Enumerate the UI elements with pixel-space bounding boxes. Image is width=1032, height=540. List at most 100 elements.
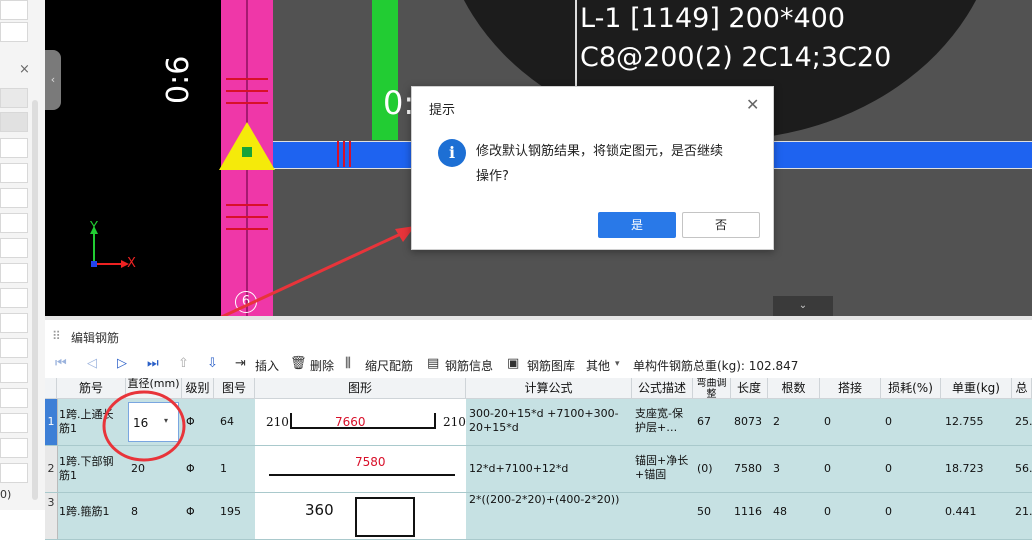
prev-icon[interactable]: ◁ (87, 356, 97, 371)
left-panel-row[interactable] (0, 313, 28, 333)
left-panel-row[interactable] (0, 188, 28, 208)
chevron-down-icon[interactable]: ⌄ (773, 296, 833, 316)
move-up-icon[interactable]: ⇧ (178, 356, 189, 371)
row-number[interactable]: 1 (45, 399, 58, 445)
scale-icon[interactable]: ⫼ (345, 356, 351, 371)
lap[interactable]: 0 (824, 415, 831, 429)
loss[interactable]: 0 (885, 415, 892, 429)
info-panel-icon[interactable]: ▤ (427, 356, 439, 371)
last-page-icon[interactable]: ⏭ (147, 356, 159, 371)
unit-weight[interactable]: 18.723 (945, 462, 984, 476)
scrollbar[interactable] (32, 100, 38, 500)
total-weight-cell[interactable]: 21. (1015, 505, 1032, 519)
table-row[interactable]: 1 1跨.上通长筋1 16 ▾ Φ 64 210 7660 210 300-20… (45, 399, 1032, 446)
left-panel-row[interactable] (0, 463, 28, 483)
column-header[interactable]: 图形 (255, 378, 466, 399)
chevron-left-icon[interactable]: ‹ (45, 50, 61, 110)
close-icon[interactable]: × (19, 62, 30, 77)
total-weight-cell[interactable]: 56. (1015, 462, 1032, 476)
rebar-info-button[interactable]: 钢筋信息 (445, 357, 493, 374)
bend-adjust[interactable]: (0) (697, 462, 713, 476)
drag-handle-icon[interactable]: ⠿ (52, 329, 61, 343)
next-icon[interactable]: ▷ (117, 356, 127, 371)
left-panel-row[interactable] (0, 22, 28, 42)
length[interactable]: 8073 (734, 415, 762, 429)
left-panel-row[interactable] (0, 413, 28, 433)
left-panel-row[interactable] (0, 363, 28, 383)
left-panel-row[interactable] (0, 338, 28, 358)
column-header[interactable]: 长度 (731, 378, 768, 399)
unit-weight[interactable]: 12.755 (945, 415, 984, 429)
shape-cell[interactable]: 360 (255, 493, 466, 539)
close-icon[interactable]: ✕ (746, 95, 759, 114)
length[interactable]: 7580 (734, 462, 762, 476)
figure-number[interactable]: 64 (220, 415, 234, 429)
formula-description[interactable]: 支座宽-保护层+… (635, 407, 693, 435)
formula[interactable]: 12*d+7100+12*d (469, 462, 631, 476)
left-panel-row[interactable] (0, 388, 28, 408)
column-header[interactable]: 弯曲调整 (693, 378, 731, 399)
no-button[interactable]: 否 (682, 212, 760, 238)
loss[interactable]: 0 (885, 505, 892, 519)
axis-x-label: X (127, 256, 136, 271)
loss[interactable]: 0 (885, 462, 892, 476)
lap[interactable]: 0 (824, 505, 831, 519)
left-panel-row[interactable] (0, 163, 28, 183)
formula[interactable]: 2*((200-2*20)+(400-2*20)) (469, 493, 631, 507)
formula-description[interactable]: 锚固+净长+锚固 (635, 454, 693, 482)
library-icon[interactable]: ▣ (507, 356, 519, 371)
left-panel-row[interactable] (0, 88, 28, 108)
column-header[interactable]: 总 (1012, 378, 1032, 399)
length[interactable]: 1116 (734, 505, 762, 519)
figure-number[interactable]: 195 (220, 505, 241, 519)
table-row[interactable]: 2 1跨.下部钢筋1 20 Φ 1 7580 12*d+7100+12*d 锚固… (45, 446, 1032, 493)
column-header[interactable]: 单重(kg) (941, 378, 1012, 399)
shape-cell[interactable]: 7580 (255, 446, 466, 492)
scale-rebar-button[interactable]: 缩尺配筋 (365, 357, 413, 374)
row-number[interactable]: 3 (45, 493, 58, 539)
yes-button[interactable]: 是 (598, 212, 676, 238)
count[interactable]: 48 (773, 505, 787, 519)
rebar-library-button[interactable]: 钢筋图库 (527, 357, 575, 374)
column-header[interactable]: 计算公式 (466, 378, 632, 399)
left-panel-row[interactable] (0, 213, 28, 233)
grade[interactable]: Φ (186, 505, 195, 519)
figure-number[interactable]: 1 (220, 462, 227, 476)
insert-icon[interactable]: ⇥ (235, 356, 246, 371)
table-row[interactable]: 3 1跨.箍筋1 8 Φ 195 360 2*((200-2*20)+(400-… (45, 493, 1032, 540)
lap[interactable]: 0 (824, 462, 831, 476)
count[interactable]: 3 (773, 462, 780, 476)
move-down-icon[interactable]: ⇩ (207, 356, 218, 371)
first-page-icon[interactable]: ⏮ (55, 356, 67, 371)
left-panel-row[interactable] (0, 263, 28, 283)
column-header[interactable]: 公式描述 (632, 378, 693, 399)
other-menu-button[interactable]: 其他 (586, 357, 610, 374)
delete-icon[interactable]: 🗑 (290, 356, 307, 371)
count[interactable]: 2 (773, 415, 780, 429)
row-number[interactable]: 2 (45, 446, 58, 492)
left-panel-row[interactable] (0, 0, 28, 20)
diameter-value[interactable]: 8 (131, 505, 138, 519)
left-panel-row[interactable] (0, 288, 28, 308)
rebar-name[interactable]: 1跨.箍筋1 (59, 505, 123, 519)
column-header[interactable]: 损耗(%) (881, 378, 941, 399)
annotation-circle (102, 390, 186, 462)
left-panel-row[interactable] (0, 438, 28, 458)
total-weight-cell[interactable]: 25. (1015, 415, 1032, 429)
left-panel-row[interactable] (0, 238, 28, 258)
beam-mark (337, 141, 339, 167)
bend-adjust[interactable]: 67 (697, 415, 711, 429)
column-header[interactable]: 图号 (214, 378, 255, 399)
left-panel-row[interactable] (0, 112, 28, 132)
formula[interactable]: 300-20+15*d +7100+300-20+15*d (469, 407, 631, 435)
shape-cell[interactable]: 210 7660 210 (255, 399, 466, 445)
unit-weight[interactable]: 0.441 (945, 505, 977, 519)
column-header[interactable]: 搭接 (820, 378, 881, 399)
bend-adjust[interactable]: 50 (697, 505, 711, 519)
triangle-marker-icon (219, 122, 275, 170)
left-panel-row[interactable] (0, 138, 28, 158)
delete-button[interactable]: 删除 (310, 357, 334, 374)
column-header[interactable]: 根数 (768, 378, 820, 399)
insert-button[interactable]: 插入 (255, 357, 279, 374)
chevron-down-icon[interactable]: ▾ (615, 359, 620, 369)
